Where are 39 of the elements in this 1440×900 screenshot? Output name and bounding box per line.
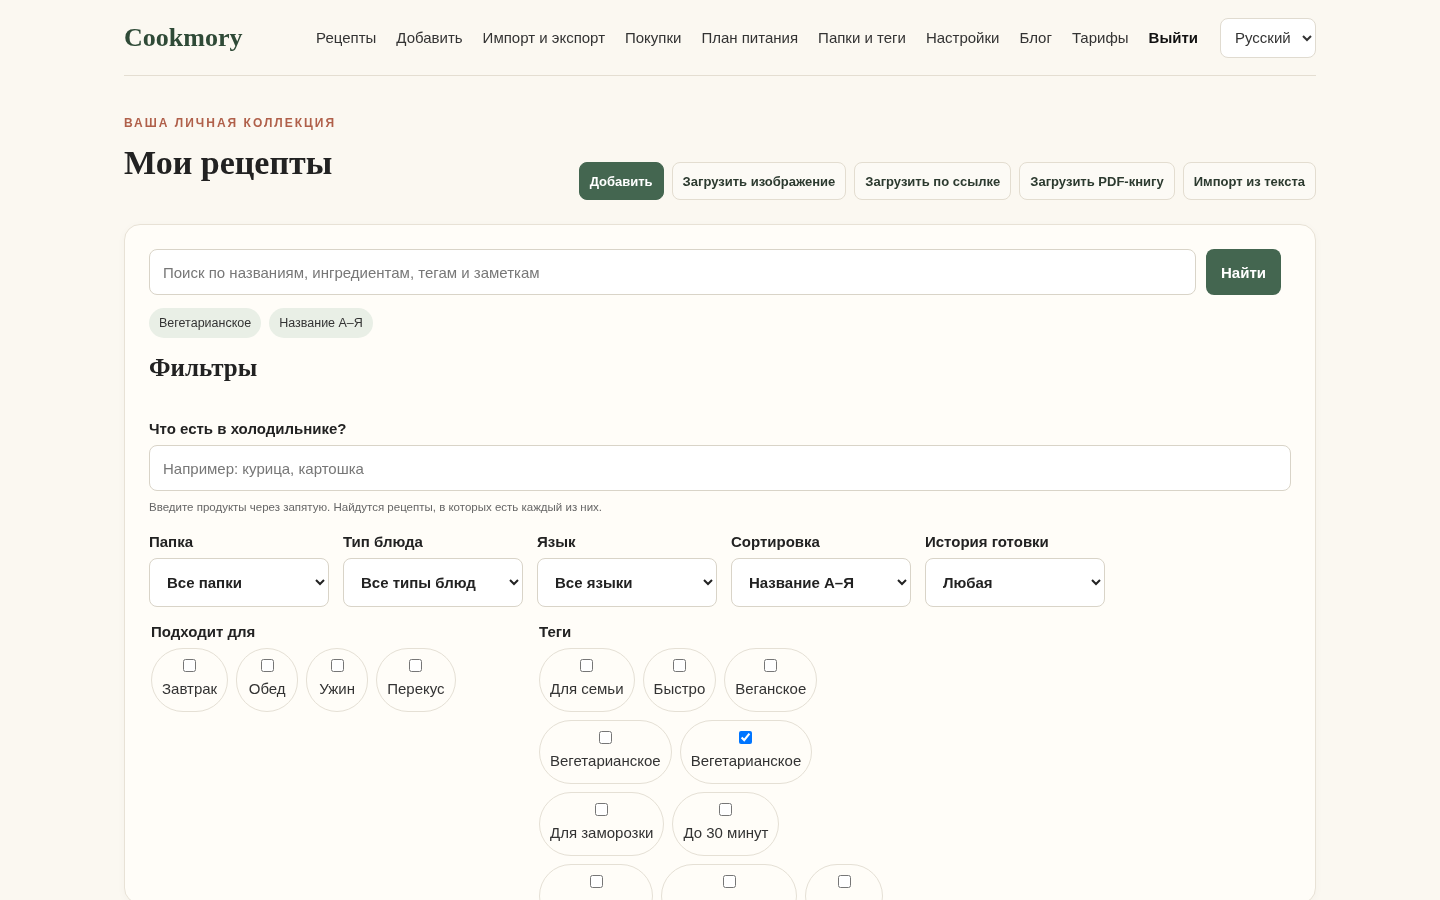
section-heading: Фильтры xyxy=(149,354,259,382)
filter-chip[interactable]: Вегетарианское xyxy=(149,308,262,338)
ingredients-field[interactable]: Например: курица, картошка xyxy=(149,445,1291,491)
field-label: Язык xyxy=(537,533,577,550)
field-label: Тип блюда xyxy=(343,533,424,550)
search-button[interactable]: Найти xyxy=(1206,249,1281,295)
filter-select[interactable]: Все папки xyxy=(149,558,329,607)
action-button[interactable]: Загрузить PDF-книгу xyxy=(1019,162,1175,200)
nav-link[interactable]: Выйти xyxy=(1148,29,1198,46)
action-button[interactable]: Импорт из текста xyxy=(1182,162,1316,200)
page-title: Мои рецепты xyxy=(124,144,333,182)
eyebrow-label: ВАША ЛИЧНАЯ КОЛЛЕКЦИЯ xyxy=(124,116,338,130)
field-label: Что есть в холодильнике? xyxy=(149,420,348,437)
nav-link[interactable]: Блог xyxy=(1019,29,1052,46)
action-button[interactable]: Добавить xyxy=(578,162,664,200)
field-label: История готовки xyxy=(925,533,1050,550)
language-select[interactable]: Русский xyxy=(1220,17,1316,58)
action-button[interactable]: Загрузить изображение xyxy=(671,162,847,200)
nav-link[interactable]: Покупки xyxy=(625,29,682,46)
field-label: Сортировка xyxy=(731,533,821,550)
filter-chip[interactable]: Название А–Я xyxy=(269,308,373,338)
nav-link[interactable]: Импорт и экспорт xyxy=(482,29,605,46)
hint-text: Введите продукты через запятую. Найдутся рецепты, в которых есть каждый из них. xyxy=(149,501,604,513)
group-label: Подходит для xyxy=(151,623,257,640)
filter-select[interactable]: Любая xyxy=(925,558,1105,607)
filter-select[interactable]: Название А–Я xyxy=(731,558,911,607)
search-field[interactable]: Поиск по названиям, ингредиентам, тегам и заметкам xyxy=(149,249,1197,295)
nav-link[interactable]: Рецепты xyxy=(316,29,377,46)
group-label: Теги xyxy=(539,623,573,640)
logo[interactable]: Cookmory xyxy=(124,22,243,53)
nav-link[interactable]: Настройки xyxy=(925,29,1000,46)
nav-link[interactable]: Папки и теги xyxy=(818,29,906,46)
filter-select[interactable]: Все языки xyxy=(537,558,717,607)
nav-link[interactable]: План питания xyxy=(701,29,799,46)
action-button[interactable]: Загрузить по ссылке xyxy=(854,162,1012,200)
nav-link[interactable]: Добавить xyxy=(396,29,463,46)
nav-link[interactable]: Тарифы xyxy=(1071,29,1129,46)
filter-select[interactable]: Все типы блюд xyxy=(343,558,523,607)
field-label: Папка xyxy=(149,533,195,550)
